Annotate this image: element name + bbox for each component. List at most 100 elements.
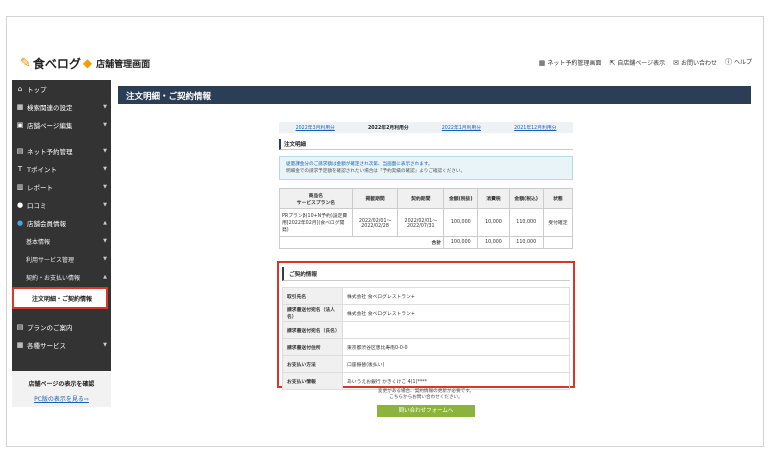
chevron-down-icon: ▼ xyxy=(103,342,107,348)
chart-icon: ▥ xyxy=(16,183,24,191)
contract-value: 口座振替(後払い) xyxy=(342,355,570,373)
cell-amount-incl: 110,000 xyxy=(508,208,544,237)
month-link-2021-12[interactable]: 2021年12月利用分 xyxy=(514,124,556,131)
month-current-2022-02: 2022年2月利用分 xyxy=(367,126,409,131)
chevron-down-icon: ▼ xyxy=(103,148,107,154)
chevron-up-icon: ▲ xyxy=(103,220,107,226)
chevron-down-icon: ▼ xyxy=(103,122,107,128)
sidebar-item-plan[interactable]: ▤ プランのご案内 xyxy=(12,318,111,336)
mail-icon: ✉ xyxy=(673,58,679,67)
sidebar-item-report[interactable]: ▥ レポート ▼ xyxy=(12,178,111,196)
sidebar-subitem-contract-payment[interactable]: 契約・お支払い情報 ▲ xyxy=(12,268,111,286)
contract-value xyxy=(342,321,570,339)
contract-key: 取引先名 xyxy=(282,287,343,305)
sidebar-item-reservation[interactable]: ▤ ネット予約管理 ▼ xyxy=(12,142,111,160)
chevron-down-icon: ▼ xyxy=(103,256,107,262)
table-total-row: 合計 100,000 10,000 110,000 xyxy=(278,236,574,249)
pc-view-link[interactable]: PC版の表示を見る⇨ xyxy=(12,394,111,403)
chevron-down-icon: ▼ xyxy=(103,184,107,190)
logo-gourmet-icon: ◆ xyxy=(82,56,93,70)
month-link-2022-03[interactable]: 2022年3月利用分 xyxy=(296,124,335,131)
order-section-heading: 注文明細 xyxy=(279,139,573,150)
table-row: 請求書送付宛名（氏名） xyxy=(282,321,570,339)
sidebar-item-page-edit[interactable]: ▣ 店舗ページ編集 ▼ xyxy=(12,116,111,134)
sidebar-item-services[interactable]: ▦ 各種サービス ▼ xyxy=(12,336,111,354)
contract-value: あいうえお銀行 かきくけこ 4(1)**** xyxy=(342,372,570,390)
col-amount-excl: 金額(税抜) xyxy=(443,188,479,209)
total-label: 合計 xyxy=(278,236,445,249)
sidebar-subitem-service-mgmt[interactable]: 利用サービス管理 ▼ xyxy=(12,250,111,268)
contract-key: お支払い情報 xyxy=(282,372,343,390)
total-amount-incl: 110,000 xyxy=(508,236,544,249)
cell-status: 受付確定 xyxy=(542,208,574,237)
col-contract-period: 契約期間 xyxy=(397,188,445,209)
main-content: 注文明細・ご契約情報 2022年3月利用分 2022年2月利用分 2022年1月… xyxy=(118,86,751,417)
logo-subtitle: 店舗管理画面 xyxy=(96,59,151,70)
logo-mark-icon: ✎ xyxy=(20,55,31,71)
user-icon: ● xyxy=(16,219,24,227)
cell-tax: 10,000 xyxy=(477,208,510,237)
calendar-icon: ▤ xyxy=(16,147,24,155)
col-amount-incl: 金額(税込) xyxy=(508,188,544,209)
logo-text: 食べログ xyxy=(32,56,81,71)
sidebar-subitem-basic-info[interactable]: 基本情報 ▼ xyxy=(12,232,111,250)
cell-listing-period: 2022/02/01～2022/02/28 xyxy=(351,208,399,237)
table-row: お支払い方法 口座振替(後払い) xyxy=(282,355,570,373)
plan-icon: ▤ xyxy=(16,323,24,331)
header-link-reservation[interactable]: ▦ ネット予約管理画面 xyxy=(539,58,602,67)
contract-key: 請求書送付宛名（氏名） xyxy=(282,321,343,339)
sidebar: ⌂ トップ ▦ 検索関連の設定 ▼ ▣ 店舗ページ編集 ▼ ▤ ネット予約管理 ▼ T Tポイン… xyxy=(12,80,111,407)
chevron-down-icon: ▼ xyxy=(103,202,107,208)
apps-icon: ▦ xyxy=(16,341,24,349)
sidebar-item-order-details[interactable]: 注文明細・ご契約情報 xyxy=(12,287,108,309)
billing-info-box: 従量課金分のご請求額は金額が確定され次第、当画面に表示されます。 明細金での請求… xyxy=(279,156,573,180)
chevron-down-icon: ▼ xyxy=(103,166,107,172)
month-tabs: 2022年3月利用分 2022年2月利用分 2022年1月利用分 2021年12… xyxy=(279,122,573,133)
header-link-storepage[interactable]: ⇱ 自店舗ページ表示 xyxy=(609,58,665,67)
total-amount-excl: 100,000 xyxy=(443,236,479,249)
table-row: お支払い情報 あいうえお銀行 かきくけこ 4(1)**** xyxy=(282,372,570,390)
contract-key: 請求書送付宛名（法人名） xyxy=(282,304,343,322)
order-table: 商品名 サービスプラン名 掲載期間 契約期間 金額(税抜) 消費税 金額(税込)… xyxy=(278,188,574,249)
header-link-help[interactable]: ⓘ ヘルプ xyxy=(725,57,752,67)
logo[interactable]: ✎ 食べログ ◆ 店舗管理画面 xyxy=(20,52,150,74)
contract-section-heading: ご契約情報 xyxy=(282,267,570,281)
contract-footnote: 変更がある場合、契約情報の更新が必要です。 こちらからお問い合わせください。 xyxy=(279,389,573,401)
t-point-icon: T xyxy=(17,165,23,173)
table-row: 請求書送付宛名（法人名） 株式会社 食べログレストラン+ xyxy=(282,304,570,322)
home-icon: ⌂ xyxy=(17,85,23,93)
chevron-up-icon: ▲ xyxy=(103,274,107,280)
cell-product: PRプランβ(10+N予約)設定費用[2022年02月](食べログ開発) xyxy=(279,208,353,237)
chevron-down-icon: ▼ xyxy=(103,104,107,110)
sidebar-item-reviews[interactable]: ● 口コミ ▼ xyxy=(12,196,111,214)
contract-value: 株式会社 食べログレストラン+ xyxy=(342,304,570,322)
comment-icon: ● xyxy=(16,201,24,209)
cell-contract-period: 2022/02/01～2022/07/31 xyxy=(397,208,445,237)
store-preview-title: 店舗ページの表示を確認 xyxy=(28,381,95,388)
inquiry-form-button[interactable]: 問い合わせフォームへ xyxy=(377,405,475,417)
contract-key: 請求書送付住所 xyxy=(282,338,343,356)
billing-info-line1: 従量課金分のご請求額は金額が確定され次第、当画面に表示されます。 xyxy=(286,162,433,167)
external-link-icon: ⇱ xyxy=(609,58,616,67)
contract-value: 東京都渋谷区恵比寿南0-0-0 xyxy=(342,338,570,356)
contract-key: お支払い方法 xyxy=(282,355,343,373)
sidebar-item-top[interactable]: ⌂ トップ xyxy=(12,80,111,98)
footnote-line2: こちらからお問い合わせください。 xyxy=(389,395,463,400)
calendar-icon: ▦ xyxy=(538,58,546,67)
table-row: 取引先名 株式会社 食べログレストラン+ xyxy=(282,287,570,305)
sidebar-item-tpoint[interactable]: T Tポイント ▼ xyxy=(12,160,111,178)
header-links: ▦ ネット予約管理画面 ⇱ 自店舗ページ表示 ✉ お問い合わせ ⓘ ヘルプ xyxy=(539,57,752,67)
contract-info-section: ご契約情報 取引先名 株式会社 食べログレストラン+ 請求書送付宛名（法人名） 株式… xyxy=(277,261,575,390)
col-tax: 消費税 xyxy=(477,188,510,209)
month-link-2022-01[interactable]: 2022年1月利用分 xyxy=(442,124,481,131)
header-link-contact[interactable]: ✉ お問い合わせ xyxy=(673,58,717,67)
billing-info-line2: 明細金での請求予定額を確認されたい場合は「予約実績の確認」よりご確認ください。 xyxy=(286,169,466,174)
total-tax: 10,000 xyxy=(477,236,510,249)
contract-table: 取引先名 株式会社 食べログレストラン+ 請求書送付宛名（法人名） 株式会社 食べロ… xyxy=(282,287,570,390)
sidebar-item-search-settings[interactable]: ▦ 検索関連の設定 ▼ xyxy=(12,98,111,116)
contract-value: 株式会社 食べログレストラン+ xyxy=(342,287,570,305)
col-listing-period: 掲載期間 xyxy=(351,188,399,209)
sidebar-item-member-info[interactable]: ● 店舗会員情報 ▲ xyxy=(12,214,111,232)
chevron-down-icon: ▼ xyxy=(103,238,107,244)
header: ✎ 食べログ ◆ 店舗管理画面 ▦ ネット予約管理画面 ⇱ 自店舗ページ表示 ✉ お問… xyxy=(12,52,754,74)
